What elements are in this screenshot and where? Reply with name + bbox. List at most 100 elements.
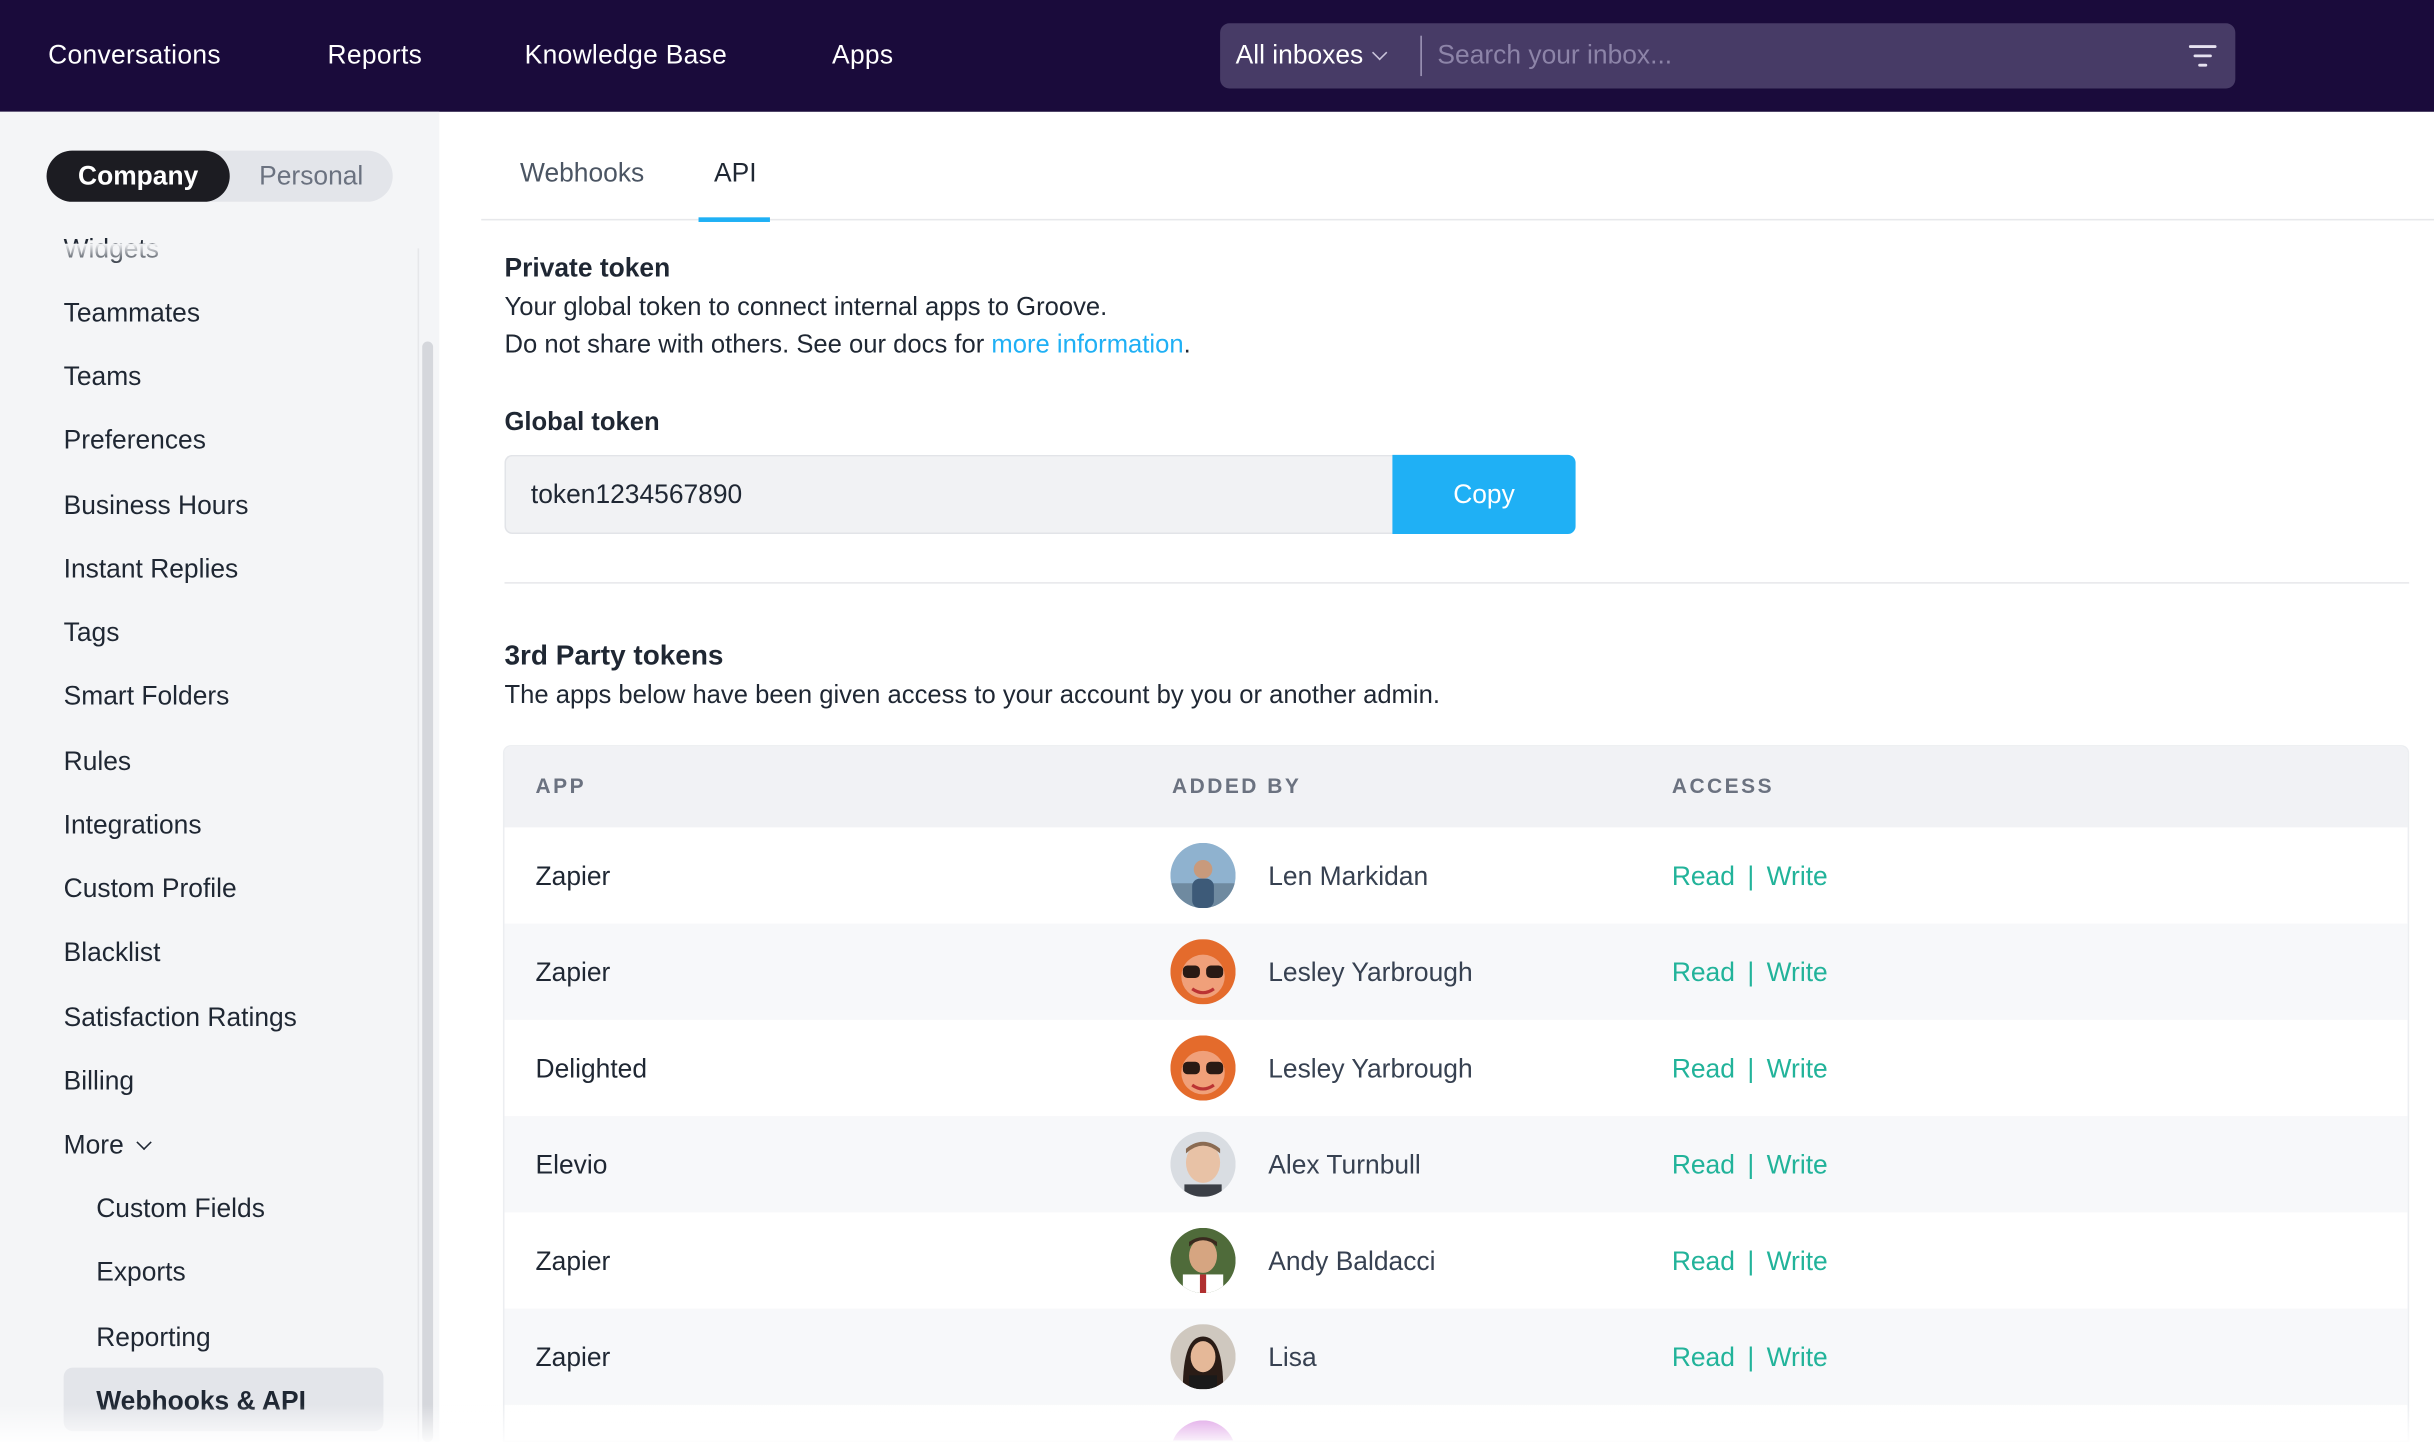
column-header-access: ACCESS	[1671, 774, 1775, 798]
column-header-app: APP	[535, 774, 587, 798]
inbox-select[interactable]: All inboxes	[1235, 23, 1388, 88]
table-row: Zapier Lisa Read | Write	[504, 1308, 2408, 1405]
third-party-tokens-table: APP ADDED BY ACCESS Zapier Len Markidan …	[502, 745, 2410, 1442]
access-separator: |	[1747, 1342, 1755, 1373]
sidebar-item-more[interactable]: More	[63, 1130, 152, 1161]
sidebar-item-smart-folders[interactable]: Smart Folders	[64, 681, 230, 712]
sidebar-item-custom-fields[interactable]: Custom Fields	[96, 1194, 265, 1225]
nav-apps[interactable]: Apps	[832, 40, 893, 71]
sidebar-fade	[0, 243, 440, 266]
app-name: Elevio	[535, 1150, 608, 1180]
table-row: Delighted Lesley Yarbrough Read | Write	[504, 1020, 2407, 1116]
write-access-link[interactable]: Write	[1767, 958, 1828, 987]
write-access-link[interactable]: Write	[1767, 1054, 1828, 1083]
access-separator: |	[1747, 1150, 1755, 1180]
sidebar-item-instant-replies[interactable]: Instant Replies	[64, 554, 239, 585]
private-token-description: Your global token to connect internal ap…	[504, 293, 1108, 322]
sidebar-item-preferences[interactable]: Preferences	[64, 425, 206, 456]
avatar	[1170, 1035, 1236, 1101]
top-navigation: Conversations Reports Knowledge Base App…	[0, 0, 2434, 112]
access-permissions: Read | Write	[1672, 958, 1828, 989]
sidebar-scrollbar-thumb[interactable]	[422, 341, 434, 1442]
table-header: APP ADDED BY ACCESS	[504, 746, 2408, 828]
inbox-select-label: All inboxes	[1235, 40, 1364, 70]
access-separator: |	[1747, 1054, 1755, 1084]
read-access-link[interactable]: Read	[1672, 1150, 1735, 1179]
avatar	[1170, 1227, 1236, 1294]
sidebar-item-teams[interactable]: Teams	[64, 362, 142, 393]
write-access-link[interactable]: Write	[1767, 1246, 1828, 1275]
search-bar: All inboxes	[1220, 23, 2236, 89]
sidebar-item-blacklist[interactable]: Blacklist	[64, 938, 161, 969]
nav-conversations[interactable]: Conversations	[48, 40, 221, 71]
nav-reports[interactable]: Reports	[328, 40, 423, 71]
chevron-down-icon	[1372, 45, 1388, 61]
table-row: Zapier Len Markidan Read | Write	[504, 827, 2407, 923]
active-tab-indicator	[698, 217, 770, 222]
read-access-link[interactable]: Read	[1672, 862, 1735, 891]
global-token-field[interactable]	[504, 454, 1394, 534]
table-row	[504, 1405, 2407, 1441]
nav-knowledge-base[interactable]: Knowledge Base	[525, 40, 727, 71]
read-access-link[interactable]: Read	[1672, 1054, 1735, 1083]
tab-webhooks[interactable]: Webhooks	[520, 158, 644, 189]
sidebar-item-satisfaction-ratings[interactable]: Satisfaction Ratings	[64, 1003, 297, 1034]
access-permissions: Read | Write	[1672, 1150, 1828, 1181]
write-access-link[interactable]: Write	[1767, 1343, 1828, 1372]
settings-sidebar: Company Personal Widgets Teammates Teams…	[0, 111, 440, 1442]
added-by-name: Lesley Yarbrough	[1268, 1054, 1473, 1084]
copy-button[interactable]: Copy	[1392, 454, 1576, 534]
sidebar-item-teammates[interactable]: Teammates	[64, 298, 200, 329]
main-content: Webhooks API Private token Your global t…	[439, 112, 2434, 1442]
sidebar-item-tags[interactable]: Tags	[64, 618, 120, 649]
sidebar-item-webhooks-api[interactable]: Webhooks & API	[96, 1386, 306, 1417]
global-token-label: Global token	[504, 408, 660, 437]
access-separator: |	[1747, 861, 1755, 892]
app-name: Zapier	[535, 957, 611, 988]
sidebar-item-reporting[interactable]: Reporting	[96, 1323, 210, 1354]
added-by-name: Lesley Yarbrough	[1268, 957, 1473, 988]
sidebar-item-billing[interactable]: Billing	[64, 1066, 134, 1097]
read-access-link[interactable]: Read	[1672, 1246, 1735, 1275]
write-access-link[interactable]: Write	[1767, 862, 1828, 891]
scope-company-option[interactable]: Company	[46, 150, 230, 202]
avatar	[1170, 1131, 1236, 1197]
more-information-link[interactable]: more information	[991, 331, 1183, 359]
sidebar-item-rules[interactable]: Rules	[64, 747, 131, 778]
private-token-warning: Do not share with others. See our docs f…	[504, 331, 1190, 360]
sidebar-item-custom-profile[interactable]: Custom Profile	[64, 874, 237, 905]
write-access-link[interactable]: Write	[1767, 1150, 1828, 1179]
tab-api[interactable]: API	[714, 158, 757, 189]
app-name: Zapier	[535, 1246, 611, 1276]
sidebar-item-exports[interactable]: Exports	[96, 1257, 185, 1288]
app-frame: Conversations Reports Knowledge Base App…	[0, 0, 2434, 1442]
filter-icon[interactable]	[2188, 43, 2217, 68]
table-row: Zapier Lesley Yarbrough Read | Write	[504, 923, 2408, 1020]
sidebar-item-integrations[interactable]: Integrations	[64, 810, 202, 841]
avatar	[1170, 1420, 1236, 1441]
added-by-name: Lisa	[1268, 1342, 1317, 1373]
avatar	[1170, 1324, 1236, 1390]
search-input[interactable]	[1437, 23, 2168, 89]
app-name: Zapier	[535, 1342, 611, 1373]
read-access-link[interactable]: Read	[1672, 958, 1735, 987]
scope-personal-option[interactable]: Personal	[230, 151, 393, 202]
access-permissions: Read | Write	[1672, 1343, 1828, 1374]
table-row: Elevio Alex Turnbull Read | Write	[504, 1116, 2408, 1213]
access-separator: |	[1747, 957, 1755, 988]
tabs-divider	[481, 218, 2434, 221]
table-row: Zapier Andy Baldacci Read | Write	[504, 1212, 2407, 1308]
sidebar-item-more-label: More	[63, 1130, 124, 1160]
app-name: Delighted	[535, 1054, 648, 1084]
column-header-added-by: ADDED BY	[1171, 774, 1302, 798]
search-divider	[1420, 35, 1422, 77]
avatar	[1170, 842, 1236, 909]
private-token-warning-text: Do not share with others. See our docs f…	[504, 330, 992, 359]
third-party-title: 3rd Party tokens	[504, 639, 724, 671]
app-name: Zapier	[535, 861, 611, 892]
read-access-link[interactable]: Read	[1672, 1343, 1735, 1372]
chevron-down-icon	[135, 1134, 152, 1151]
access-permissions: Read | Write	[1672, 1246, 1828, 1277]
sidebar-item-business-hours[interactable]: Business Hours	[64, 491, 249, 522]
added-by-name: Alex Turnbull	[1268, 1150, 1421, 1180]
